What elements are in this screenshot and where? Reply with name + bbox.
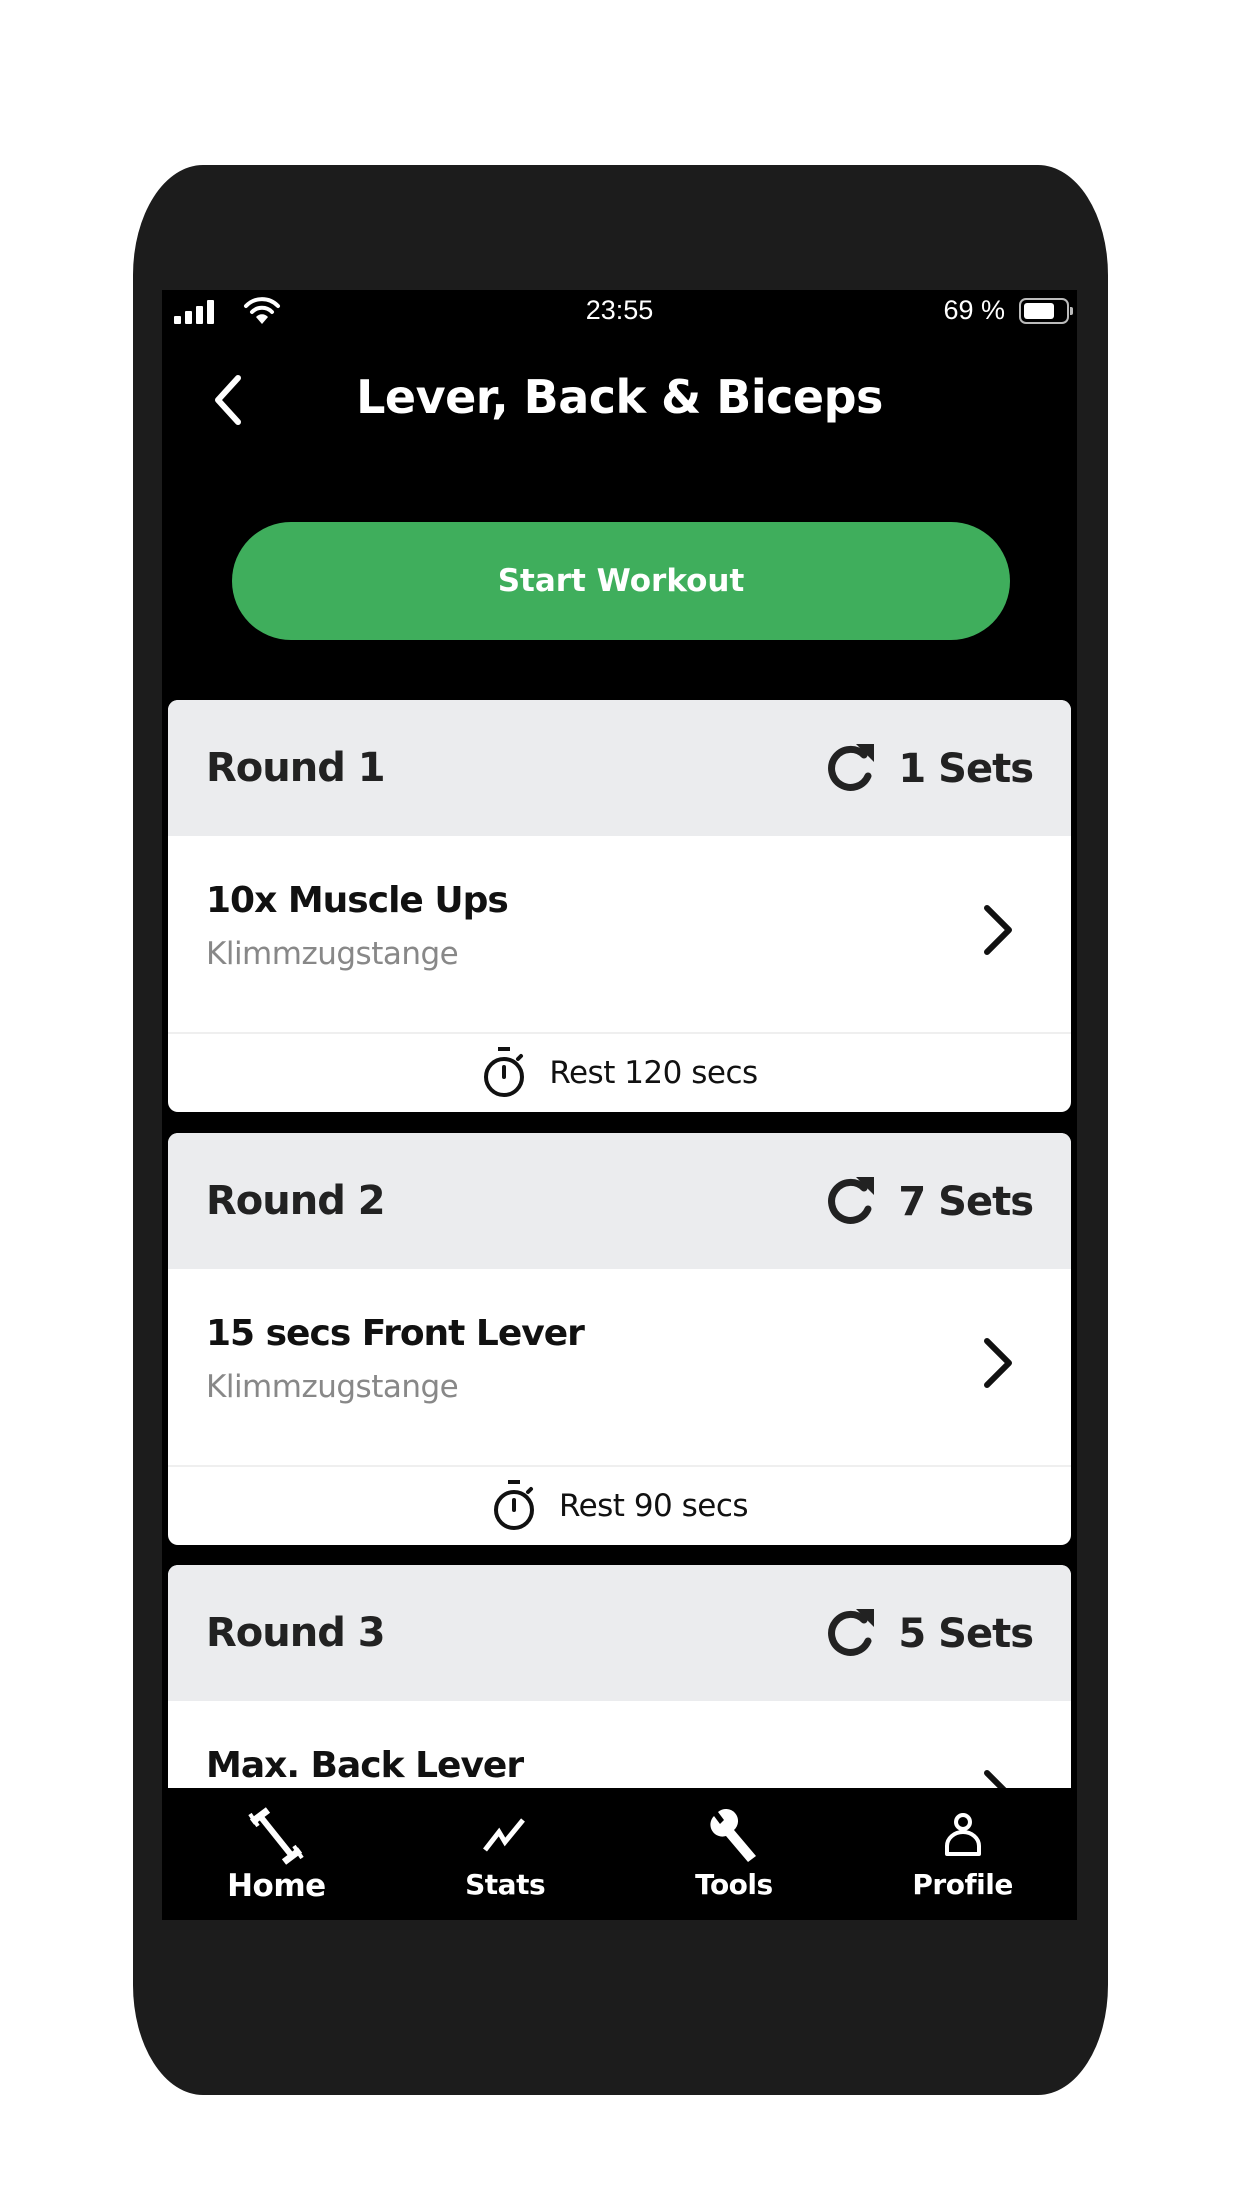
- tab-label: Stats: [465, 1868, 546, 1901]
- rest-row: Rest 120 secs: [168, 1034, 1071, 1112]
- start-workout-button[interactable]: Start Workout: [232, 522, 1010, 640]
- rest-duration: Rest 90 secs: [558, 1488, 749, 1524]
- round-card: Round 2 7 Sets 15 secs Front Lever Klimm…: [168, 1133, 1071, 1545]
- page-title: Lever, Back & Biceps: [356, 370, 883, 424]
- exercise-equipment: Klimmzugstange: [206, 1369, 459, 1405]
- app-screen: 23:55 69 % Lever, Back & Biceps Start Wo…: [162, 290, 1077, 1920]
- exercise-row[interactable]: 15 secs Front Lever Klimmzugstange: [168, 1269, 1071, 1467]
- status-bar: 23:55 69 %: [162, 290, 1077, 332]
- round-header: Round 2 7 Sets: [168, 1133, 1071, 1269]
- exercise-name: Max. Back Lever: [206, 1745, 524, 1786]
- tab-label: Profile: [912, 1868, 1013, 1901]
- repeat-icon: [828, 1177, 875, 1224]
- stopwatch-icon: [484, 1047, 525, 1097]
- sets-count: 5 Sets: [898, 1611, 1034, 1657]
- exercise-equipment: Klimmzugstange: [206, 936, 459, 972]
- chevron-right-icon: [984, 905, 1012, 955]
- user-icon: [944, 1813, 981, 1856]
- round-sets: 5 Sets: [822, 1605, 1034, 1663]
- battery-icon: [1019, 298, 1073, 324]
- exercise-name: 15 secs Front Lever: [206, 1313, 585, 1354]
- tab-stats[interactable]: Stats: [391, 1788, 620, 1920]
- round-title: Round 2: [206, 1178, 386, 1224]
- tab-label: Tools: [695, 1868, 773, 1901]
- rest-duration: Rest 120 secs: [549, 1055, 758, 1091]
- rest-row: Rest 90 secs: [168, 1467, 1071, 1545]
- repeat-icon: [828, 744, 875, 791]
- tab-home[interactable]: Home: [162, 1788, 391, 1920]
- sets-count: 1 Sets: [898, 746, 1034, 792]
- round-header: Round 3 5 Sets: [168, 1565, 1071, 1701]
- round-card: Round 1 1 Sets 10x Muscle Ups Klimmzugst…: [168, 700, 1071, 1112]
- battery-percent: 69 %: [943, 295, 1005, 325]
- repeat-icon: [828, 1609, 875, 1656]
- sets-count: 7 Sets: [898, 1179, 1034, 1225]
- round-sets: 7 Sets: [822, 1173, 1034, 1231]
- round-title: Round 1: [206, 745, 386, 791]
- chart-line-icon: [483, 1818, 526, 1852]
- exercise-name: 10x Muscle Ups: [206, 880, 509, 921]
- dumbbell-icon: [248, 1807, 305, 1865]
- status-time: 23:55: [585, 295, 654, 325]
- round-title: Round 3: [206, 1610, 386, 1656]
- tab-tools[interactable]: Tools: [620, 1788, 849, 1920]
- bottom-tab-bar: Home Stats Tools Profile: [162, 1788, 1077, 1920]
- stopwatch-icon: [493, 1480, 534, 1530]
- wrench-icon: [710, 1808, 756, 1862]
- nav-header: Lever, Back & Biceps: [162, 350, 1077, 440]
- round-header: Round 1 1 Sets: [168, 700, 1071, 836]
- tab-label: Home: [227, 1868, 326, 1904]
- chevron-right-icon: [984, 1338, 1012, 1388]
- round-sets: 1 Sets: [822, 740, 1034, 798]
- exercise-row[interactable]: 10x Muscle Ups Klimmzugstange: [168, 836, 1071, 1034]
- tab-profile[interactable]: Profile: [848, 1788, 1077, 1920]
